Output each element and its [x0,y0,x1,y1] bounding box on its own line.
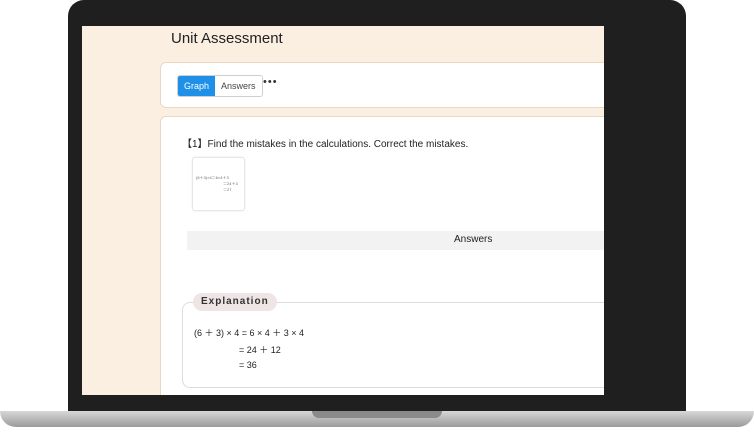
explanation-line: = 24 ＋ 12 [239,345,281,355]
more-horizontal-icon[interactable]: ••• [263,76,278,88]
laptop-notch [312,411,442,418]
explanation-label: Explanation [193,293,277,311]
page-title: Unit Assessment [171,30,283,47]
explanation-line: (6 ＋ 3) × 4 = 6 × 4 ＋ 3 × 4 [194,328,305,338]
answers-label: Answers [454,234,493,245]
screen: Unit Assessment Graph Answers ••• 【1】Fin… [82,26,604,395]
view-tabs: Graph Answers [177,75,263,97]
explanation-box: Explanation (6 ＋ 3) × 4 = 6 × 4 ＋ 3 × 4 … [182,293,604,388]
answers-header: Answers [187,231,604,250]
tab-graph[interactable]: Graph [178,76,216,96]
explanation-line: = 36 [239,360,257,370]
toolbar-card: Graph Answers ••• [160,62,604,108]
thumbnail-line: ＝27 [223,187,232,192]
tab-answers[interactable]: Answers [215,76,262,96]
question-image-thumbnail[interactable]: (6＋3)×4＝6×4＋3 ＝24＋3 ＝27 [192,157,245,211]
question-card: 【1】Find the mistakes in the calculations… [160,116,604,395]
question-text: 【1】Find the mistakes in the calculations… [182,139,469,150]
